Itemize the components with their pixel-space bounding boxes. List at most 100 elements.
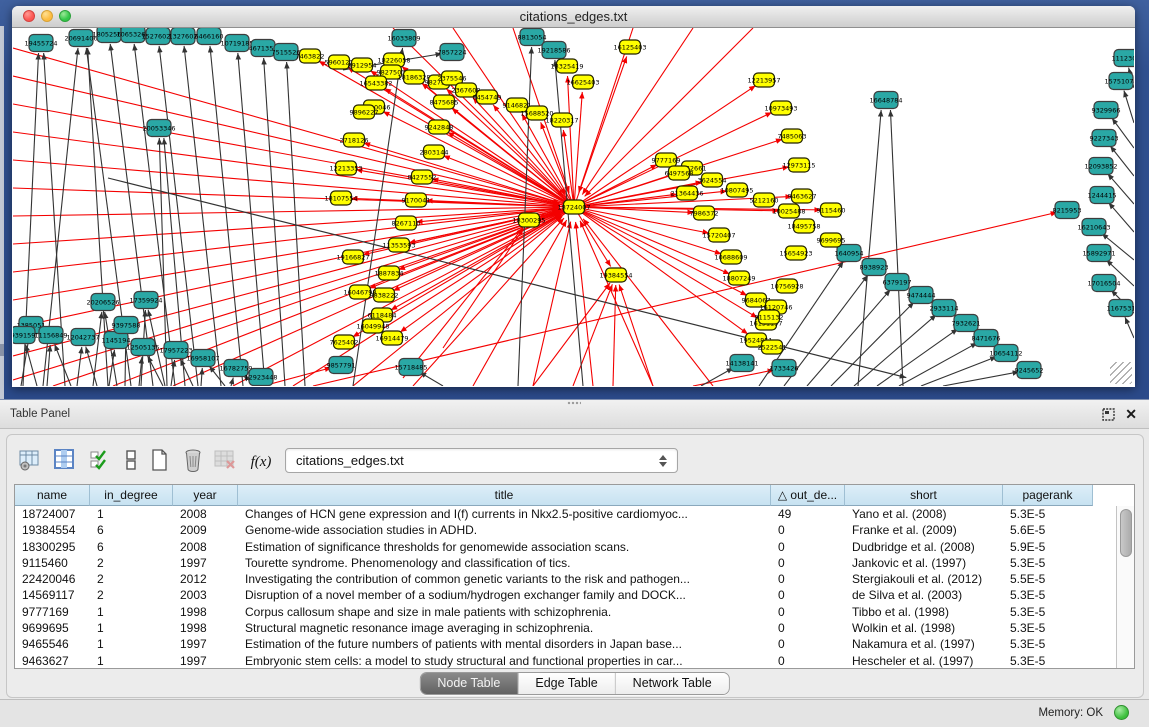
graph-node[interactable]: 1167531 xyxy=(1107,300,1134,317)
table-cell[interactable]: 2003 xyxy=(173,587,238,603)
graph-node[interactable]: 9857791 xyxy=(327,357,356,374)
graph-node[interactable]: 7463822 xyxy=(296,49,325,63)
graph-node[interactable]: 9227343 xyxy=(1090,130,1119,147)
graph-edge[interactable] xyxy=(201,368,202,386)
table-row[interactable]: 1938455462009Genome-wide association stu… xyxy=(15,522,1101,538)
column-header-in_degree[interactable]: in_degree xyxy=(90,485,173,506)
graph-node[interactable]: 7932621 xyxy=(952,315,981,332)
graph-edge[interactable] xyxy=(148,356,163,386)
table-cell[interactable]: 18300295 xyxy=(15,539,90,555)
graph-node[interactable]: 19218586 xyxy=(537,42,570,59)
graph-node[interactable]: 7485063 xyxy=(778,129,807,143)
graph-edge[interactable] xyxy=(1124,91,1134,123)
graph-node[interactable]: 7625402 xyxy=(330,335,359,349)
table-row[interactable]: 946554611997Estimation of the future num… xyxy=(15,636,1101,652)
graph-node[interactable]: 19384554 xyxy=(599,268,632,282)
graph-edge[interactable] xyxy=(364,143,574,207)
graph-node[interactable]: 8427552 xyxy=(408,170,437,184)
table-row[interactable]: 977716911998Corpus callosum shape and si… xyxy=(15,604,1101,620)
table-cell[interactable]: 5.5E-5 xyxy=(1003,571,1093,587)
graph-edge[interactable] xyxy=(77,347,82,386)
graph-edge[interactable] xyxy=(13,48,560,203)
graph-node[interactable]: 8454749 xyxy=(473,90,502,104)
graph-edge[interactable] xyxy=(574,92,582,207)
table-cell[interactable]: Corpus callosum shape and size in male p… xyxy=(238,604,771,620)
graph-node[interactable]: 15892971 xyxy=(1082,245,1115,262)
graph-node[interactable]: 18495758 xyxy=(787,219,820,233)
graph-node[interactable]: 1733426 xyxy=(770,360,799,377)
graph-node[interactable]: 9329966 xyxy=(1092,102,1121,119)
graph-node[interactable]: 9699695 xyxy=(817,233,846,247)
table-cell[interactable]: 6 xyxy=(90,539,173,555)
graph-node[interactable]: 8215953 xyxy=(1053,202,1082,219)
new-table-button[interactable] xyxy=(144,447,174,477)
table-cell[interactable]: Franke et al. (2009) xyxy=(845,522,1003,538)
graph-node[interactable]: 20206526 xyxy=(86,294,119,311)
graph-edge[interactable] xyxy=(13,207,559,216)
table-row[interactable]: 1872400712008Changes of HCN gene express… xyxy=(15,506,1101,522)
table-cell[interactable]: Wolkin et al. (1998) xyxy=(845,620,1003,636)
graph-node[interactable]: 6379197 xyxy=(883,274,912,291)
table-cell[interactable]: 6 xyxy=(90,522,173,538)
table-cell[interactable]: 5.3E-5 xyxy=(1003,587,1093,603)
graph-edge[interactable] xyxy=(47,345,50,386)
table-cell[interactable]: 9777169 xyxy=(15,604,90,620)
graph-node[interactable]: 8475685 xyxy=(430,95,459,109)
graph-edge[interactable] xyxy=(583,219,713,386)
graph-node[interactable]: 12213957 xyxy=(747,73,780,87)
graph-edge[interactable] xyxy=(1125,317,1134,338)
graph-node[interactable]: 10756928 xyxy=(770,279,803,293)
table-row[interactable]: 1456911722003Disruption of a novel membe… xyxy=(15,587,1101,603)
memory-status-icon[interactable] xyxy=(1114,705,1129,720)
table-row[interactable]: 911546021997Tourette syndrome. Phenomeno… xyxy=(15,555,1101,571)
graph-edge[interactable] xyxy=(943,372,1019,386)
table-cell[interactable]: Hescheler et al. (1997) xyxy=(845,653,1003,669)
graph-node[interactable]: 7857224 xyxy=(438,44,467,61)
table-cell[interactable]: 0 xyxy=(771,604,845,620)
graph-node[interactable]: 9115460 xyxy=(817,203,846,217)
network-window[interactable]: citations_edges.txt 19455724206914061805… xyxy=(12,6,1135,387)
table-cell[interactable]: 0 xyxy=(771,539,845,555)
network-view[interactable]: 1945572420691406180525631065326715276021… xyxy=(13,28,1134,386)
graph-node[interactable]: 16625403 xyxy=(566,75,599,89)
graph-edge[interactable] xyxy=(921,357,997,386)
table-cell[interactable]: 1 xyxy=(90,620,173,636)
graph-edge[interactable] xyxy=(613,285,616,386)
table-cell[interactable]: de Silva et al. (2003) xyxy=(845,587,1003,603)
graph-node[interactable]: 1112304 xyxy=(1112,50,1134,67)
table-cell[interactable]: 5.3E-5 xyxy=(1003,620,1093,636)
graph-node[interactable]: 8471676 xyxy=(972,330,1001,347)
minimize-window-button[interactable] xyxy=(41,10,53,22)
splitter-handle[interactable] xyxy=(567,401,581,405)
network-canvas[interactable]: 1945572420691406180525631065326715276021… xyxy=(13,28,1134,386)
table-cell[interactable]: 5.3E-5 xyxy=(1003,506,1093,522)
table-cell[interactable]: 5.3E-5 xyxy=(1003,636,1093,652)
table-row[interactable]: 946362711997Embryonic stem cells: a mode… xyxy=(15,653,1101,669)
graph-node[interactable]: 9170041 xyxy=(402,193,431,207)
graph-node[interactable]: 9242848 xyxy=(425,120,454,134)
graph-node[interactable]: 17359924 xyxy=(129,292,162,309)
table-cell[interactable]: 9699695 xyxy=(15,620,90,636)
graph-node[interactable]: 16125403 xyxy=(613,40,646,54)
column-header-name[interactable]: name xyxy=(15,485,90,506)
table-cell[interactable]: 1998 xyxy=(173,620,238,636)
graph-node[interactable]: 2933114 xyxy=(930,300,959,317)
table-cell[interactable]: 9463627 xyxy=(15,653,90,669)
table-cell[interactable]: 2012 xyxy=(173,571,238,587)
table-cell[interactable]: Genome-wide association studies in ADHD. xyxy=(238,522,771,538)
control-panel-edge[interactable] xyxy=(0,26,4,399)
graph-edge[interactable] xyxy=(287,62,305,386)
tab-node-table[interactable]: Node Table xyxy=(420,673,517,694)
graph-node[interactable]: 939159 xyxy=(13,327,35,344)
graph-node[interactable]: 9397588 xyxy=(112,317,141,334)
graph-edge[interactable] xyxy=(576,222,593,386)
graph-node[interactable]: 1244415 xyxy=(1088,187,1117,204)
graph-node[interactable]: 15654923 xyxy=(779,246,812,260)
graph-node[interactable]: 9896227 xyxy=(350,105,379,119)
graph-node[interactable]: 18107554 xyxy=(324,191,357,205)
graph-node[interactable]: 15720407 xyxy=(702,228,735,242)
panel-collapse-handle[interactable] xyxy=(0,344,4,356)
graph-node[interactable]: 8813054 xyxy=(518,29,547,46)
graph-edge[interactable] xyxy=(580,221,653,386)
graph-node[interactable]: 15718485 xyxy=(394,359,427,376)
